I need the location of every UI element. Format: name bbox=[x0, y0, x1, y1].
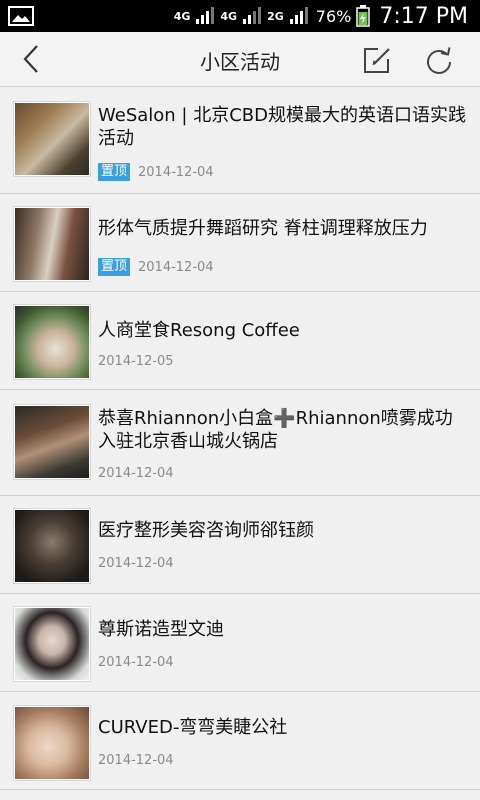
battery-percentage: 76% bbox=[315, 6, 352, 26]
activity-thumbnail bbox=[14, 405, 90, 479]
signal-strength-icon bbox=[243, 7, 262, 24]
activity-meta: 置顶 2014-12-04 bbox=[98, 257, 214, 277]
activity-meta: 2014-12-04 bbox=[98, 652, 174, 672]
list-item[interactable]: 医疗整形美容咨询师郤钰颜 2014-12-04 bbox=[0, 496, 480, 594]
activity-title: 医疗整形美容咨询师郤钰颜 bbox=[98, 520, 314, 541]
network-type-4g: 4G bbox=[173, 9, 191, 23]
compose-button[interactable] bbox=[360, 43, 394, 77]
activity-title: 尊斯诺造型文迪 bbox=[98, 619, 224, 640]
activity-thumbnail bbox=[14, 305, 90, 379]
image-notification-icon bbox=[8, 6, 34, 26]
list-item[interactable]: 恭喜Rhiannon小白盒➕Rhiannon喷雾成功入驻北京香山城火锅店 201… bbox=[0, 390, 480, 496]
edit-icon bbox=[364, 48, 390, 73]
list-item[interactable]: 人商堂食Resong Coffee 2014-12-05 bbox=[0, 292, 480, 390]
network-type-2g: 2G bbox=[267, 9, 284, 23]
activity-title: WeSalon | 北京CBD规模最大的英语口语实践活动 bbox=[98, 105, 466, 149]
activity-title: 形体气质提升舞蹈研究 脊柱调理释放压力 bbox=[98, 218, 428, 239]
activity-thumbnail bbox=[14, 102, 90, 176]
page-title: 小区活动 bbox=[200, 50, 280, 74]
activity-thumbnail bbox=[14, 509, 90, 583]
status-bar: 4G 4G 2G 76% 7:17 PM bbox=[0, 0, 480, 32]
activity-meta: 2014-12-04 bbox=[98, 750, 174, 770]
activity-date: 2014-12-04 bbox=[138, 164, 214, 180]
refresh-button[interactable] bbox=[422, 43, 456, 77]
activity-date: 2014-12-04 bbox=[98, 654, 174, 670]
list-item[interactable]: 形体气质提升舞蹈研究 脊柱调理释放压力 置顶 2014-12-04 bbox=[0, 194, 480, 292]
activity-meta: 2014-12-04 bbox=[98, 553, 174, 573]
activity-title: 恭喜Rhiannon小白盒➕Rhiannon喷雾成功入驻北京香山城火锅店 bbox=[98, 408, 453, 452]
activity-title: CURVED-弯弯美睫公社 bbox=[98, 717, 288, 738]
clock: 7:17 PM bbox=[379, 3, 468, 29]
activity-date: 2014-12-04 bbox=[98, 752, 174, 768]
activity-date: 2014-12-04 bbox=[98, 465, 174, 481]
activity-meta: 2014-12-05 bbox=[98, 351, 174, 371]
status-indicators: 4G 4G 2G 76% 7:17 PM bbox=[174, 0, 468, 32]
app-header: 小区活动 bbox=[0, 32, 480, 87]
list-item[interactable]: 尊斯诺造型文迪 2014-12-04 bbox=[0, 594, 480, 692]
activity-thumbnail bbox=[14, 706, 90, 780]
activity-date: 2014-12-04 bbox=[138, 259, 214, 275]
activity-thumbnail bbox=[14, 607, 90, 681]
activity-date: 2014-12-05 bbox=[98, 353, 174, 369]
pinned-badge: 置顶 bbox=[98, 258, 131, 276]
activity-title: 人商堂食Resong Coffee bbox=[98, 320, 300, 341]
network-type-4g-secondary: 4G bbox=[220, 9, 238, 23]
activity-date: 2014-12-04 bbox=[98, 555, 174, 571]
refresh-icon bbox=[427, 47, 451, 74]
activity-meta: 置顶 2014-12-04 bbox=[98, 162, 214, 182]
signal-strength-icon bbox=[196, 7, 215, 24]
activity-meta: 2014-12-04 bbox=[98, 463, 174, 483]
pinned-badge: 置顶 bbox=[98, 163, 131, 181]
list-item[interactable]: WeSalon | 北京CBD规模最大的英语口语实践活动 置顶 2014-12-… bbox=[0, 88, 480, 194]
activity-thumbnail bbox=[14, 207, 90, 281]
battery-charging-icon bbox=[356, 5, 371, 27]
list-item[interactable]: CURVED-弯弯美睫公社 2014-12-04 bbox=[0, 692, 480, 790]
signal-strength-icon bbox=[289, 7, 308, 24]
